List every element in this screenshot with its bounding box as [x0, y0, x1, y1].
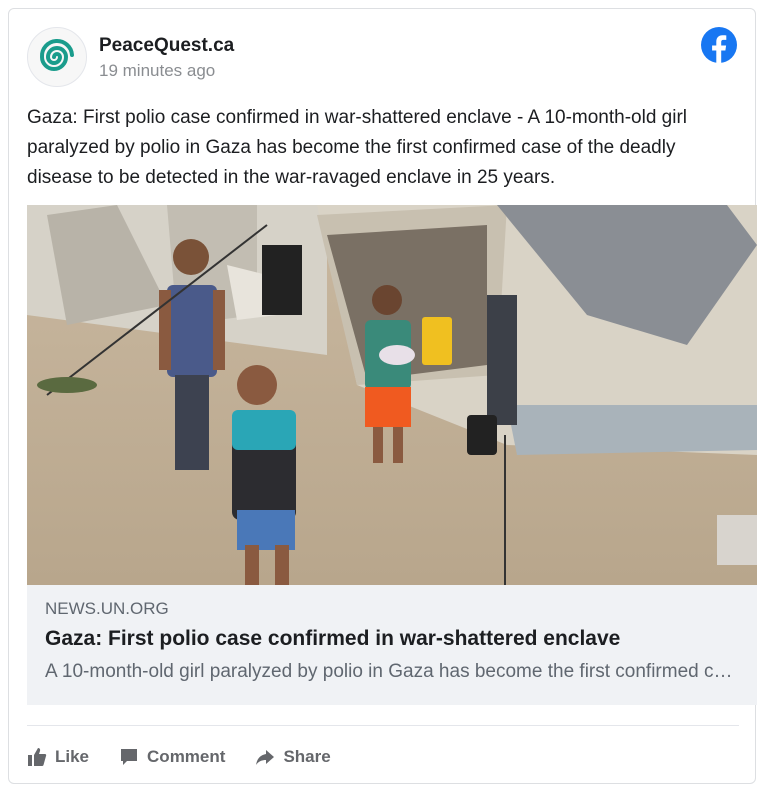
post-image[interactable]	[27, 205, 757, 585]
share-arrow-icon	[256, 750, 275, 765]
refugee-camp-photo	[27, 205, 757, 585]
link-domain: NEWS.UN.ORG	[45, 599, 169, 618]
link-description: A 10-month-old girl paralyzed by polio i…	[45, 661, 739, 682]
link-preview[interactable]: NEWS.UN.ORG Gaza: First polio case confi…	[27, 585, 757, 705]
like-label: Like	[55, 747, 90, 766]
post-text: Gaza: First polio case confirmed in war-…	[27, 107, 688, 188]
link-title[interactable]: Gaza: First polio case confirmed in war-…	[45, 627, 620, 651]
page-avatar[interactable]	[27, 27, 87, 87]
peacequest-spiral-logo-icon	[39, 38, 74, 71]
share-label: Share	[283, 747, 331, 766]
comment-icon	[121, 749, 138, 765]
post-card: PeaceQuest.ca 19 minutes ago Gaza: First…	[8, 8, 757, 784]
post-timestamp[interactable]: 19 minutes ago	[99, 61, 215, 81]
post-actions-bar: Like Comment Share	[27, 739, 361, 775]
thumbs-up-icon	[28, 748, 47, 766]
facebook-icon[interactable]	[701, 27, 737, 63]
actions-divider	[27, 725, 739, 726]
comment-label: Comment	[147, 747, 226, 766]
like-button[interactable]: Like	[27, 747, 89, 767]
share-button[interactable]: Share	[255, 747, 331, 767]
page-name-link[interactable]: PeaceQuest.ca	[99, 35, 234, 57]
comment-button[interactable]: Comment	[119, 747, 225, 767]
